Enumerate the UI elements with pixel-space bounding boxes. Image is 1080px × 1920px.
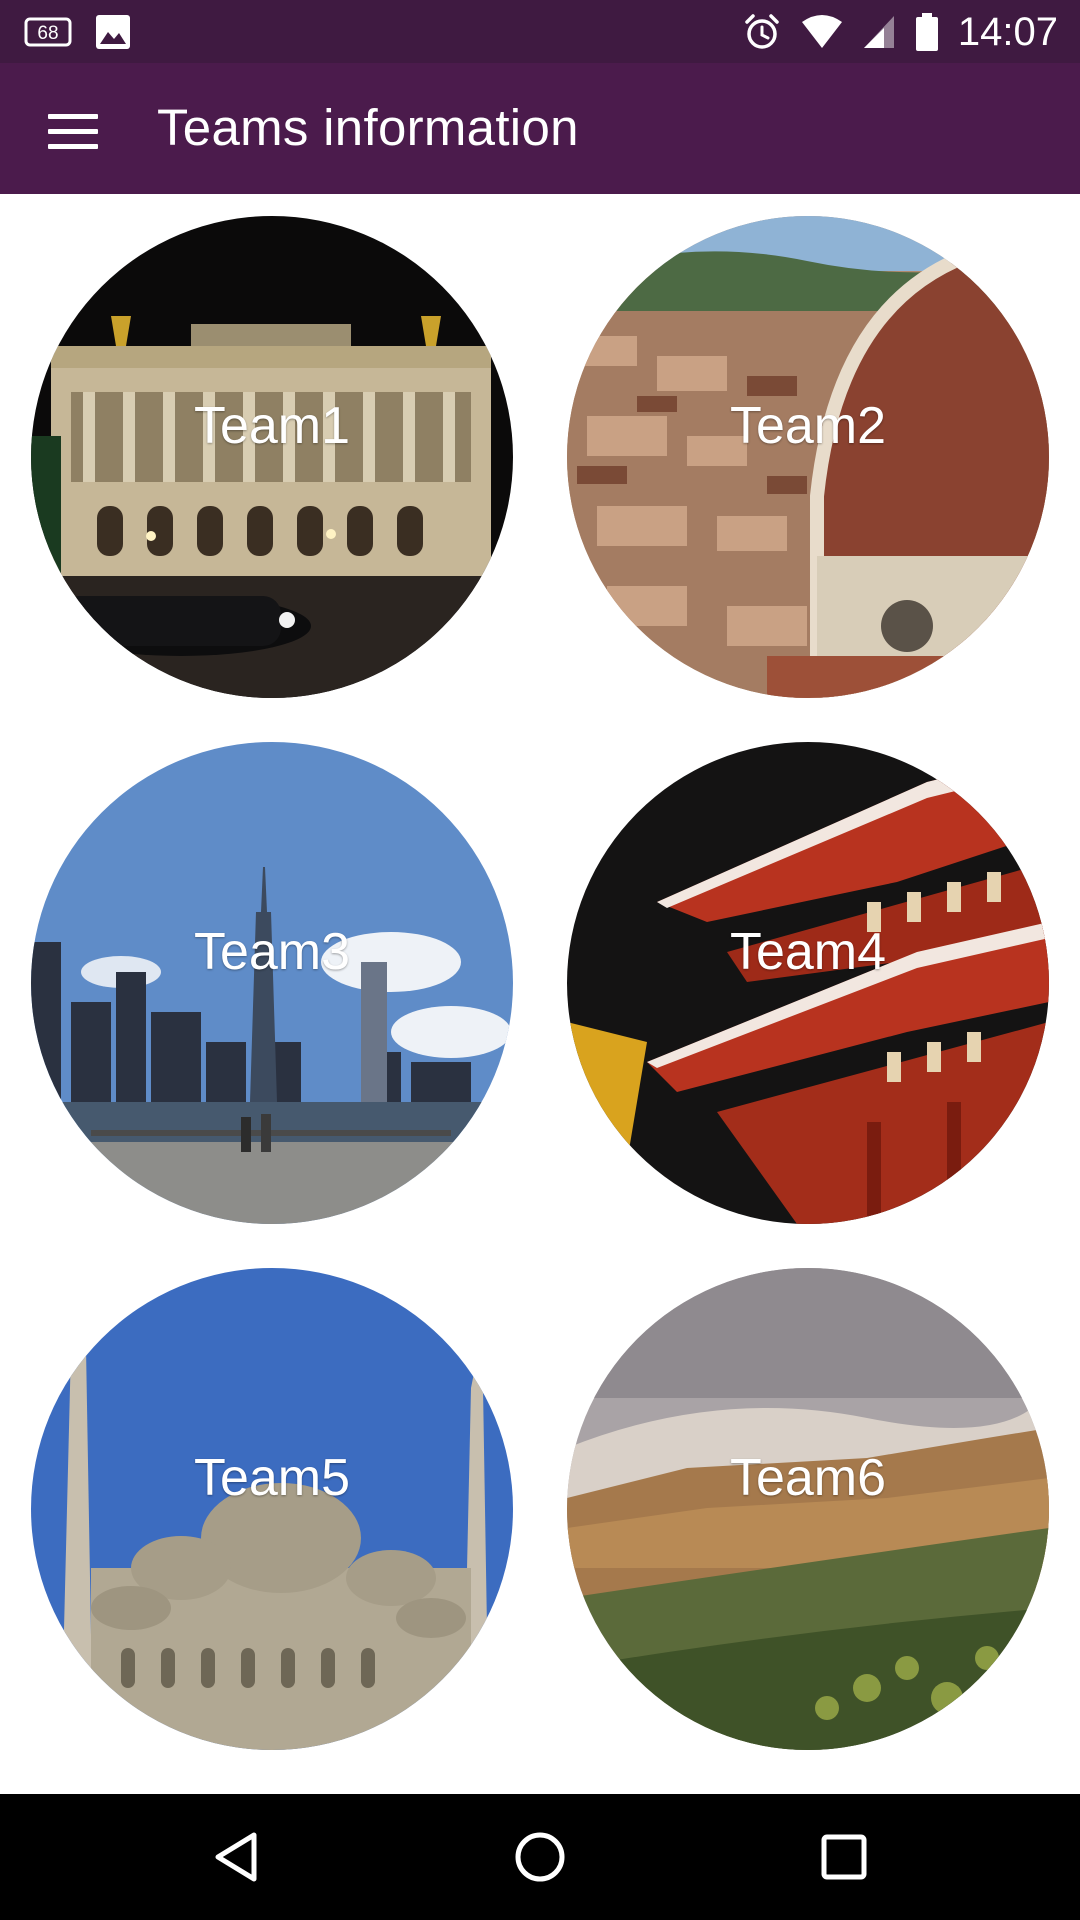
team-card-6[interactable]: Team6 [567, 1268, 1049, 1750]
status-time: 14:07 [957, 10, 1058, 54]
back-button[interactable] [206, 1827, 266, 1887]
system-status: 14:07 [742, 8, 1058, 56]
wifi-icon [801, 15, 842, 48]
team-label: Team6 [729, 1449, 887, 1507]
team-card-3[interactable]: Team3 [31, 742, 513, 1224]
team-card-5[interactable]: Team5 [31, 1268, 513, 1750]
signal-icon [863, 16, 894, 48]
app-bar: Teams information [0, 63, 1080, 194]
menu-button[interactable] [36, 95, 110, 169]
back-icon [215, 1832, 257, 1882]
battery-icon [915, 13, 938, 51]
notification-badge-text: 68 [37, 23, 58, 44]
status-bar: 68 14:07 [0, 0, 1080, 63]
team-label: Team3 [193, 923, 351, 981]
alarm-icon [745, 14, 779, 49]
recents-button[interactable] [814, 1827, 874, 1887]
navigation-bar [0, 1794, 1080, 1920]
team-card-4[interactable]: Team4 [567, 742, 1049, 1224]
home-icon [515, 1832, 565, 1882]
recents-icon [821, 1834, 867, 1880]
image-icon [96, 15, 130, 49]
team-label: Team4 [729, 923, 887, 981]
team-card-2[interactable]: Team2 [567, 216, 1049, 698]
page-title: Teams information [157, 99, 579, 156]
team-label: Team2 [729, 397, 887, 455]
hamburger-menu-icon [48, 114, 98, 150]
home-button[interactable] [510, 1827, 570, 1887]
notification-icons: 68 [24, 10, 132, 54]
notification-badge-icon: 68 [24, 17, 72, 47]
team-label: Team5 [193, 1449, 351, 1507]
teams-grid: Team1 Team2 Team3 Team4 Team5 Team6 [0, 194, 1080, 1794]
team-label: Team1 [193, 397, 351, 455]
team-card-1[interactable]: Team1 [31, 216, 513, 698]
